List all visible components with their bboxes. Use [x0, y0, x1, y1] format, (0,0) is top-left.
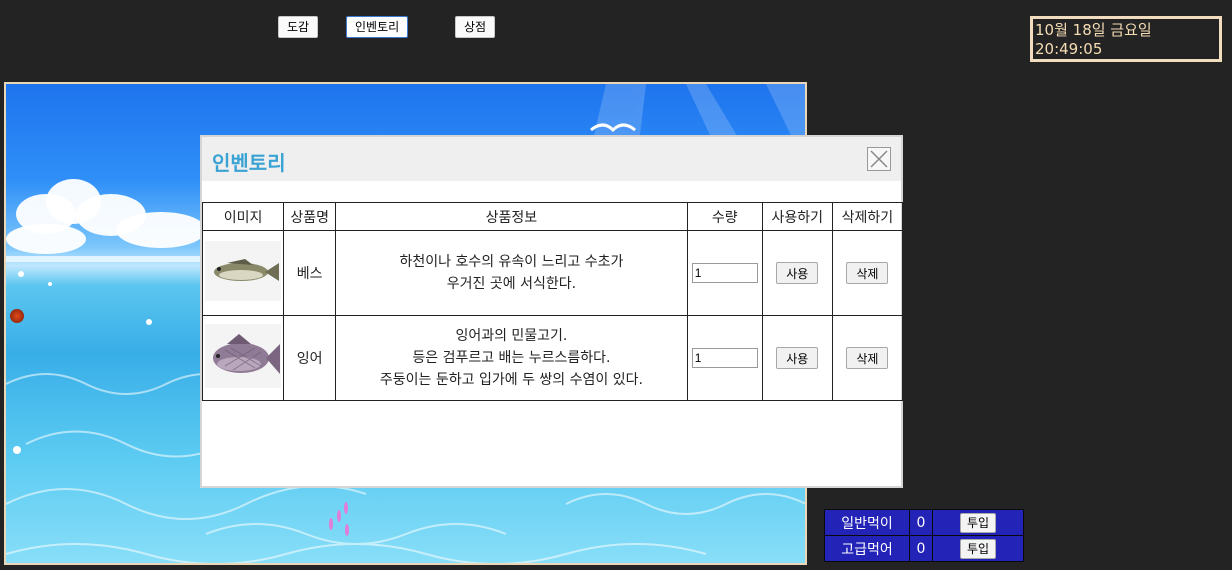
feed-row: 고급먹어 0 투입 [824, 535, 1024, 562]
inventory-table: 이미지 상품명 상품정보 수량 사용하기 삭제하기 베스 하천이나 호수의 유속 [201, 202, 904, 401]
item-description: 하천이나 호수의 유속이 느리고 수초가 우거진 곳에 서식한다. [335, 230, 688, 316]
dex-button[interactable]: 도감 [278, 16, 319, 38]
item-image-cell [201, 230, 285, 316]
feed-button-cell: 투입 [932, 535, 1024, 562]
bass-fish-icon [205, 241, 282, 301]
inventory-modal: 인벤토리 이미지 상품명 상품정보 수량 사용하기 삭제하기 베스 하천이나 호… [200, 135, 904, 488]
item-name: 베스 [283, 230, 337, 316]
col-image: 이미지 [201, 202, 285, 231]
col-name: 상품명 [283, 202, 337, 231]
bait-icon[interactable] [10, 309, 24, 323]
item-use-cell: 사용 [761, 230, 833, 316]
close-icon [870, 150, 888, 168]
feed-insert-button[interactable]: 투입 [959, 512, 997, 533]
feed-row: 일반먹이 0 투입 [824, 509, 1024, 536]
delete-button[interactable]: 삭제 [846, 347, 889, 369]
cloud [6, 224, 86, 254]
clock-date: 10월 18일 금요일 [1035, 21, 1152, 39]
feed-count: 0 [909, 509, 933, 536]
item-name: 잉어 [283, 315, 337, 401]
feed-label: 일반먹이 [824, 509, 910, 536]
desc-line: 등은 검푸르고 배는 누르스름하다. [412, 350, 611, 366]
feed-panel: 일반먹이 0 투입 고급먹어 0 투입 [824, 509, 1024, 562]
item-delete-cell: 삭제 [831, 230, 904, 316]
col-use: 사용하기 [761, 202, 833, 231]
inventory-button[interactable]: 인벤토리 [346, 16, 409, 38]
feed-label: 고급먹어 [824, 535, 910, 562]
item-delete-cell: 삭제 [831, 315, 904, 401]
desc-line: 잉어과의 민물고기. [455, 328, 568, 344]
close-button[interactable] [867, 147, 891, 171]
shop-button[interactable]: 상점 [455, 16, 496, 38]
desc-line: 주둥이는 둔하고 입가에 두 쌍의 수염이 있다. [379, 372, 643, 388]
desc-line: 하천이나 호수의 유속이 느리고 수초가 [399, 254, 624, 270]
delete-button[interactable]: 삭제 [846, 262, 889, 284]
item-description: 잉어과의 민물고기. 등은 검푸르고 배는 누르스름하다. 주둥이는 둔하고 입… [335, 315, 688, 401]
modal-title: 인벤토리 [212, 151, 286, 175]
table-row: 베스 하천이나 호수의 유속이 느리고 수초가 우거진 곳에 서식한다. 사용 … [201, 230, 904, 316]
table-row: 잉어 잉어과의 민물고기. 등은 검푸르고 배는 누르스름하다. 주둥이는 둔하… [201, 315, 904, 401]
col-qty: 수량 [686, 202, 763, 231]
feed-insert-button[interactable]: 투입 [959, 538, 997, 559]
cloud [116, 212, 206, 248]
item-image-cell [201, 315, 285, 401]
col-info: 상품정보 [335, 202, 688, 231]
quantity-input[interactable] [691, 263, 758, 283]
use-button[interactable]: 사용 [776, 347, 819, 369]
col-delete: 삭제하기 [831, 202, 904, 231]
item-qty-cell [686, 315, 763, 401]
item-qty-cell [686, 230, 763, 316]
modal-header: 인벤토리 [202, 137, 901, 181]
use-button[interactable]: 사용 [776, 262, 819, 284]
item-use-cell: 사용 [761, 315, 833, 401]
feed-count: 0 [909, 535, 933, 562]
feed-button-cell: 투입 [932, 509, 1024, 536]
table-header-row: 이미지 상품명 상품정보 수량 사용하기 삭제하기 [201, 202, 904, 231]
clock-time: 20:49:05 [1035, 40, 1103, 58]
quantity-input[interactable] [691, 348, 758, 368]
clock-display: 10월 18일 금요일 20:49:05 [1030, 16, 1222, 62]
desc-line: 우거진 곳에 서식한다. [446, 276, 577, 292]
carp-fish-icon [205, 324, 282, 388]
